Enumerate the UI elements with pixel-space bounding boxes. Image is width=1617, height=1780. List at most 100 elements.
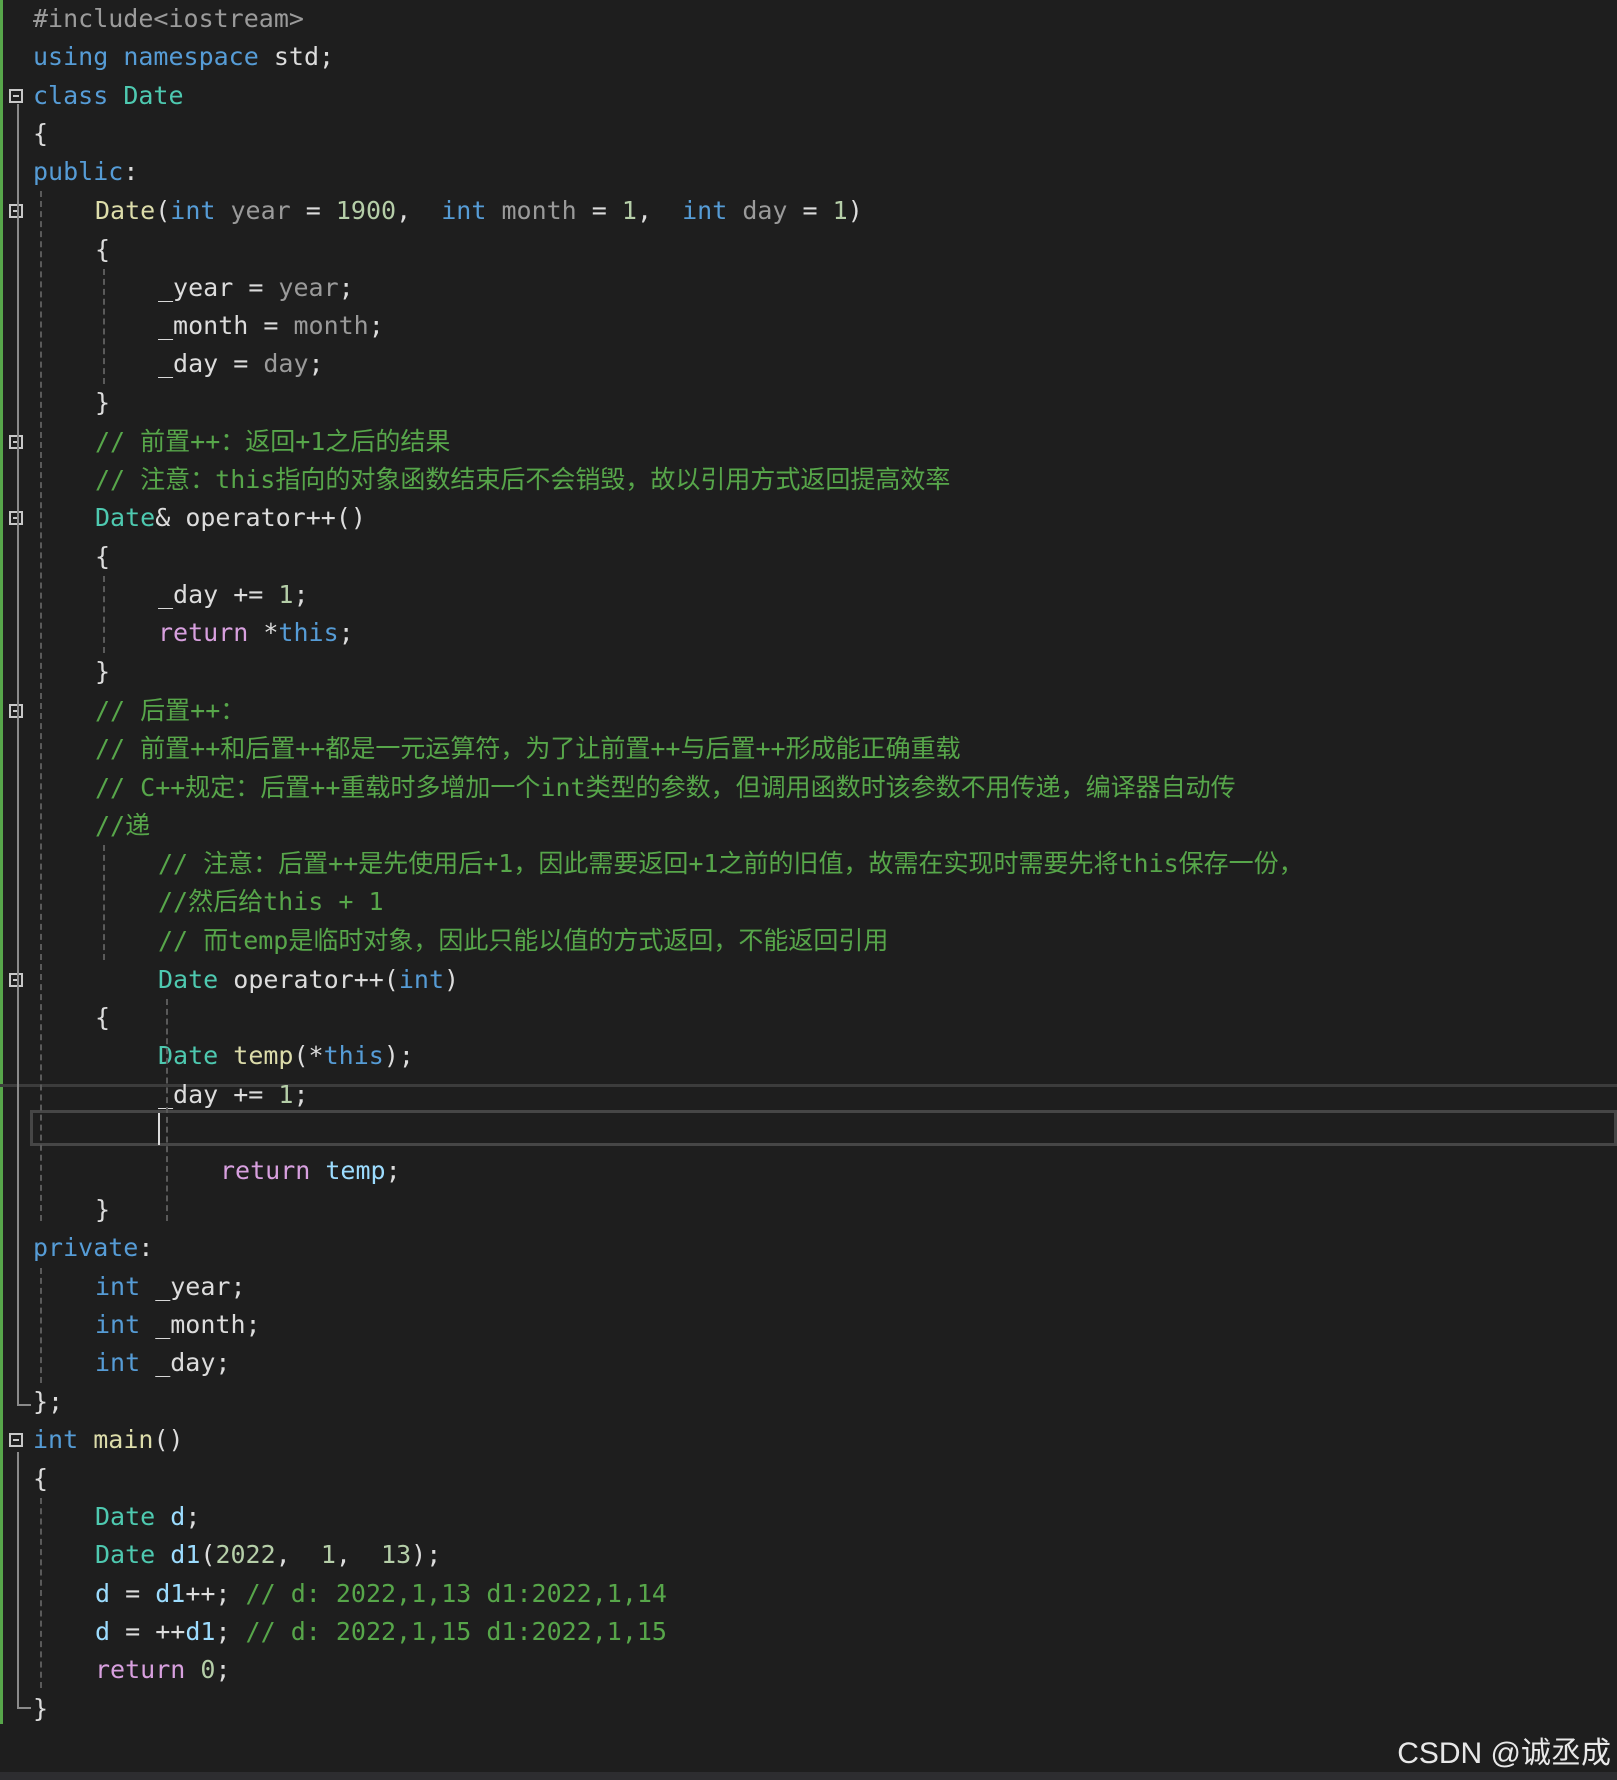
code-token: Date	[158, 965, 219, 994]
code-token: using	[33, 42, 109, 71]
fold-toggle-icon[interactable]	[9, 89, 23, 103]
code-token: temp	[325, 1156, 386, 1185]
code-line[interactable]: {	[0, 1460, 1617, 1498]
code-token: int	[170, 196, 216, 225]
fold-toggle-icon[interactable]	[9, 704, 23, 718]
code-line[interactable]: Date d1(2022, 1, 13);	[0, 1536, 1617, 1574]
code-line[interactable]: Date operator++(int)	[0, 961, 1617, 999]
code-token: int	[95, 1310, 141, 1339]
code-token: (	[200, 1540, 216, 1569]
code-token: {	[33, 1464, 49, 1493]
code-token: // d: 2022,1,13 d1:2022,1,14	[245, 1579, 667, 1608]
indent-guide	[103, 269, 105, 384]
code-line[interactable]: {	[0, 115, 1617, 153]
code-token: 1	[320, 1540, 336, 1569]
fold-toggle-icon[interactable]	[9, 973, 23, 987]
code-text: d = ++d1; // d: 2022,1,15 d1:2022,1,15	[95, 1613, 667, 1651]
code-token: int	[682, 196, 728, 225]
code-line[interactable]: int _year;	[0, 1268, 1617, 1306]
code-lines-area[interactable]: #include<iostream> using namespace std; cl…	[0, 0, 1617, 1724]
code-editor[interactable]: #include<iostream> using namespace std; cl…	[0, 0, 1617, 1780]
code-line[interactable]: using namespace std;	[0, 38, 1617, 76]
code-token: );	[383, 1041, 414, 1070]
code-text: return 0;	[95, 1651, 231, 1689]
code-line[interactable]: return 0;	[0, 1651, 1617, 1689]
code-text: {	[95, 999, 110, 1037]
code-token: d	[170, 1502, 186, 1531]
fold-toggle-icon[interactable]	[9, 511, 23, 525]
code-line[interactable]: int _month;	[0, 1306, 1617, 1344]
code-line[interactable]: };	[0, 1383, 1617, 1421]
code-token: =	[233, 273, 279, 302]
code-line[interactable]: //然后给this + 1	[0, 883, 1617, 921]
code-line[interactable]: _month = month;	[0, 307, 1617, 345]
code-token: ;	[385, 1156, 401, 1185]
code-token: {	[95, 1003, 111, 1032]
code-token: _day	[158, 349, 219, 378]
code-text: {	[33, 1460, 48, 1498]
code-token: namespace	[123, 42, 259, 71]
code-line[interactable]: Date& operator++()	[0, 499, 1617, 537]
code-line[interactable]: {	[0, 538, 1617, 576]
code-text: // 注意：后置++是先使用后+1，因此需要返回+1之前的旧值，故需在实现时需要…	[158, 845, 1304, 883]
code-line[interactable]: // 前置++和后置++都是一元运算符，为了让前置++与后置++形成能正确重载	[0, 730, 1617, 768]
code-line[interactable]: Date temp(*this);	[0, 1037, 1617, 1075]
code-token: ++;	[185, 1579, 246, 1608]
code-line[interactable]	[0, 1114, 1617, 1152]
code-line[interactable]: Date(int year = 1900, int month = 1, int…	[0, 192, 1617, 230]
code-text: _day += 1;	[158, 1076, 309, 1114]
code-line[interactable]: public:	[0, 153, 1617, 191]
code-token: 0	[200, 1655, 216, 1684]
code-text: int _day;	[95, 1344, 230, 1382]
code-line[interactable]: d = d1++; // d: 2022,1,13 d1:2022,1,14	[0, 1575, 1617, 1613]
code-token: & operator++()	[155, 503, 366, 532]
fold-toggle-icon[interactable]	[9, 1433, 23, 1447]
code-line[interactable]: class Date	[0, 77, 1617, 115]
code-line[interactable]: _year = year;	[0, 269, 1617, 307]
code-line[interactable]: // 注意：后置++是先使用后+1，因此需要返回+1之前的旧值，故需在实现时需要…	[0, 845, 1617, 883]
code-line[interactable]: _day = day;	[0, 345, 1617, 383]
code-text: // 后置++：	[95, 692, 245, 730]
code-line[interactable]: private:	[0, 1229, 1617, 1267]
code-line[interactable]: Date d;	[0, 1498, 1617, 1536]
code-line[interactable]: // 前置++：返回+1之后的结果	[0, 423, 1617, 461]
code-text: return *this;	[158, 614, 354, 652]
code-line[interactable]: d = ++d1; // d: 2022,1,15 d1:2022,1,15	[0, 1613, 1617, 1651]
code-text: private:	[33, 1229, 153, 1267]
code-line[interactable]: // C++规定：后置++重载时多增加一个int类型的参数，但调用函数时该参数不…	[0, 769, 1617, 807]
code-line[interactable]: return temp;	[0, 1152, 1617, 1190]
code-line[interactable]: }	[0, 1191, 1617, 1229]
code-line[interactable]: // 而temp是临时对象，因此只能以值的方式返回，不能返回引用	[0, 922, 1617, 960]
code-text: };	[33, 1383, 63, 1421]
outline-tree-line	[17, 1452, 19, 1707]
code-line[interactable]: //递	[0, 807, 1617, 845]
code-line[interactable]: // 后置++：	[0, 692, 1617, 730]
code-token: :	[123, 157, 139, 186]
code-token: }	[95, 657, 111, 686]
fold-toggle-icon[interactable]	[9, 204, 23, 218]
code-token: )	[847, 196, 863, 225]
code-line[interactable]: int _day;	[0, 1344, 1617, 1382]
code-line[interactable]: }	[0, 1690, 1617, 1728]
code-token: // 前置++和后置++都是一元运算符，为了让前置++与后置++形成能正确重载	[95, 734, 961, 763]
code-text: // 前置++和后置++都是一元运算符，为了让前置++与后置++形成能正确重载	[95, 730, 961, 768]
code-line[interactable]: {	[0, 231, 1617, 269]
code-line[interactable]: return *this;	[0, 614, 1617, 652]
code-text: }	[95, 1191, 110, 1229]
code-line[interactable]: {	[0, 999, 1617, 1037]
code-line[interactable]: // 注意：this指向的对象函数结束后不会销毁，故以引用方式返回提高效率	[0, 461, 1617, 499]
fold-toggle-icon[interactable]	[9, 435, 23, 449]
code-line[interactable]: }	[0, 384, 1617, 422]
code-line[interactable]: _day += 1;	[0, 576, 1617, 614]
code-line[interactable]: _day += 1;	[0, 1076, 1617, 1114]
code-line[interactable]: int main()	[0, 1421, 1617, 1459]
text-caret	[158, 1113, 160, 1145]
code-line[interactable]: }	[0, 653, 1617, 691]
code-line[interactable]: #include<iostream>	[0, 0, 1617, 38]
code-token: _month;	[140, 1310, 261, 1339]
code-token: ,	[636, 196, 683, 225]
